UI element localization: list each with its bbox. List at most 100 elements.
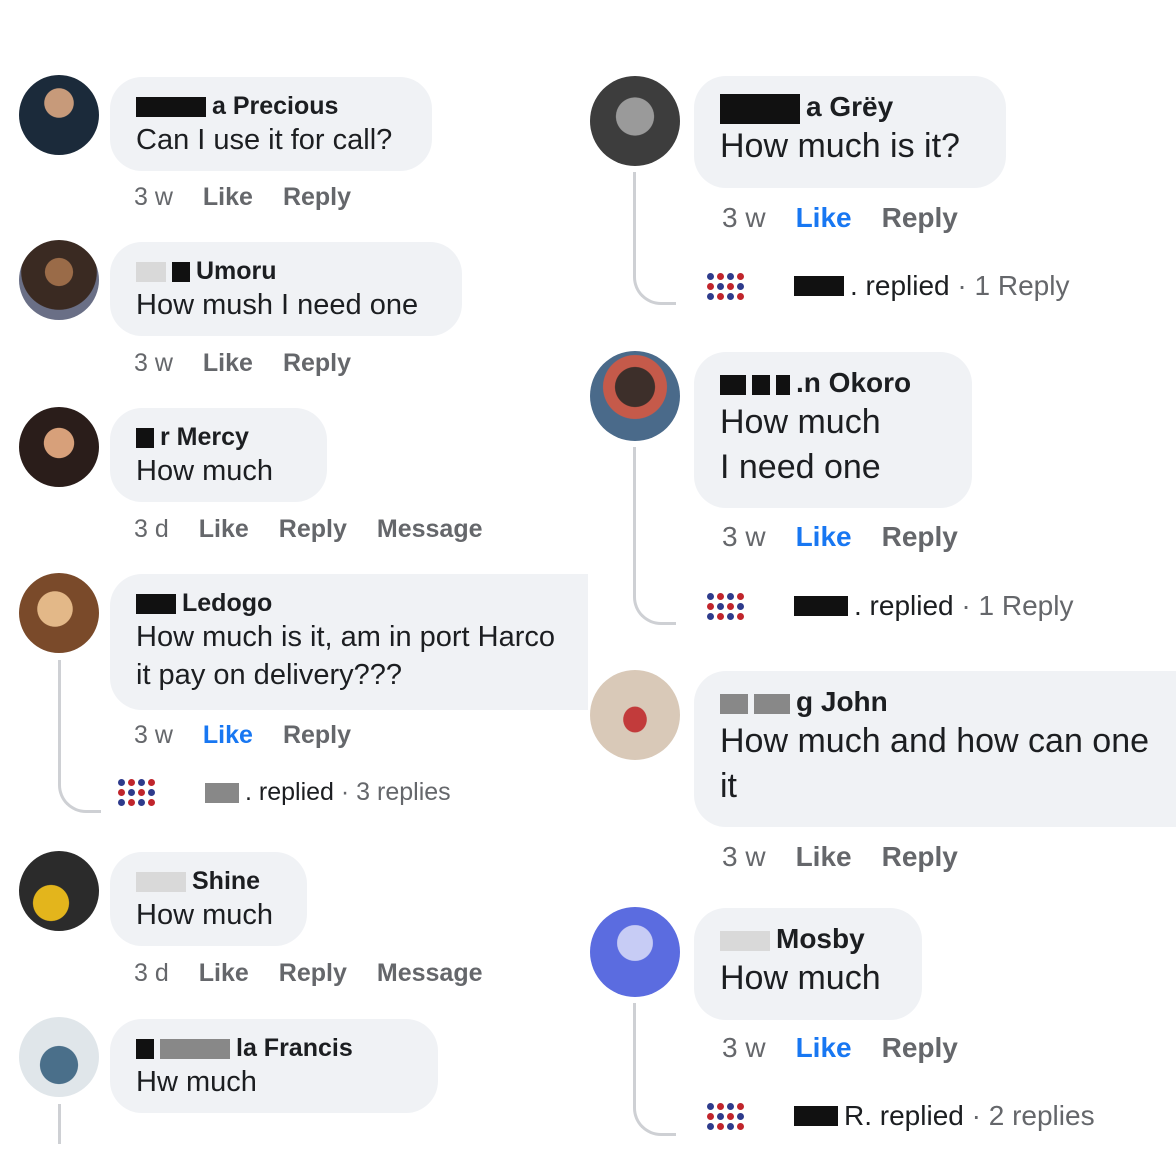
redaction: [136, 1039, 154, 1060]
replies-summary[interactable]: . replied · 1 Reply: [707, 270, 1069, 302]
comment-author[interactable]: Mosby: [720, 922, 896, 956]
redaction: [136, 97, 206, 118]
redaction: [172, 262, 190, 283]
avatar[interactable]: [19, 75, 99, 155]
comment-text: Can I use it for call?: [136, 124, 393, 156]
reply-button[interactable]: Reply: [283, 349, 351, 377]
redaction: [776, 374, 790, 395]
comment-actions: 3 w Like Reply: [134, 183, 381, 212]
comment-author[interactable]: g John: [720, 685, 1168, 719]
like-button[interactable]: Like: [203, 721, 253, 749]
comment-bubble: Mosby How much: [694, 908, 922, 1020]
replies-count[interactable]: 2 replies: [989, 1100, 1095, 1132]
avatar[interactable]: [19, 407, 99, 487]
redaction: [794, 276, 844, 296]
timestamp: 3 w: [722, 1032, 766, 1063]
comment-bubble: .n Okoro How much I need one: [694, 352, 972, 508]
reply-button[interactable]: Reply: [279, 959, 347, 987]
comment-author[interactable]: .n Okoro: [720, 366, 946, 400]
reply-button[interactable]: Reply: [279, 515, 347, 543]
reply-button[interactable]: Reply: [882, 202, 958, 233]
comment-bubble: Umoru How mush I need one: [110, 242, 462, 336]
avatar[interactable]: [590, 351, 680, 441]
reply-button[interactable]: Reply: [882, 841, 958, 872]
thread-line: [633, 172, 676, 305]
timestamp: 3 w: [134, 721, 173, 749]
reply-button[interactable]: Reply: [283, 183, 351, 211]
comment-author[interactable]: Shine: [136, 866, 281, 896]
redaction: [720, 693, 748, 714]
reply-button[interactable]: Reply: [283, 721, 351, 749]
avatar[interactable]: [19, 240, 99, 320]
like-button[interactable]: Like: [796, 521, 852, 552]
avatar[interactable]: [19, 851, 99, 931]
comment-text: How much: [136, 899, 273, 931]
comment-bubble: a Grëy How much is it?: [694, 76, 1006, 188]
reply-button[interactable]: Reply: [882, 1032, 958, 1063]
comment-author[interactable]: la Francis: [136, 1033, 412, 1063]
avatar[interactable]: [19, 573, 99, 653]
like-button[interactable]: Like: [199, 515, 249, 543]
comment-actions: 3 d Like Reply Message: [134, 515, 513, 544]
redaction: [136, 872, 186, 893]
replied-label: . replied: [850, 270, 950, 301]
replies-summary[interactable]: . replied · 3 replies: [118, 778, 451, 807]
redaction: [136, 428, 154, 449]
comment-text: Hw much: [136, 1066, 257, 1098]
like-button[interactable]: Like: [796, 1032, 852, 1063]
redaction: [720, 930, 770, 951]
comment-actions: 3 w Like Reply: [134, 721, 381, 750]
like-button[interactable]: Like: [199, 959, 249, 987]
redaction: [720, 93, 800, 124]
replier-avatar-icon: [707, 272, 744, 300]
redaction: [752, 374, 770, 395]
like-button[interactable]: Like: [796, 841, 852, 872]
avatar[interactable]: [590, 670, 680, 760]
comment-text: How much: [720, 959, 881, 997]
comment-actions: 3 w Like Reply: [722, 1032, 988, 1064]
thread-line: [58, 1104, 101, 1144]
comment-text: How much is it, am in port Harco it pay …: [136, 621, 556, 691]
replies-summary[interactable]: . replied · 1 Reply: [707, 590, 1073, 622]
comment-bubble: g John How much and how can one it: [694, 671, 1176, 827]
avatar[interactable]: [590, 907, 680, 997]
replied-label: . replied: [854, 590, 954, 621]
avatar[interactable]: [19, 1017, 99, 1097]
timestamp: 3 d: [134, 959, 169, 987]
comment-actions: 3 w Like Reply: [722, 202, 988, 234]
thread-line: [58, 660, 101, 813]
replies-count[interactable]: 1 Reply: [979, 590, 1074, 622]
like-button[interactable]: Like: [796, 202, 852, 233]
comment-actions: 3 w Like Reply: [134, 349, 381, 378]
message-button[interactable]: Message: [377, 959, 483, 987]
reply-button[interactable]: Reply: [882, 521, 958, 552]
timestamp: 3 w: [722, 202, 766, 233]
like-button[interactable]: Like: [203, 183, 253, 211]
replier-avatar-icon: [118, 779, 155, 806]
thread-line: [633, 447, 676, 625]
comment-author[interactable]: a Grëy: [720, 90, 980, 124]
right-column: a Grëy How much is it? 3 w Like Reply . re…: [588, 0, 1176, 1176]
comment-text: How mush I need one: [136, 289, 419, 321]
message-button[interactable]: Message: [377, 515, 483, 543]
comment-author[interactable]: Umoru: [136, 256, 436, 286]
timestamp: 3 w: [134, 349, 173, 377]
comment-bubble: a Precious Can I use it for call?: [110, 77, 432, 171]
comment-text: How much is it?: [720, 127, 960, 165]
replies-count[interactable]: 3 replies: [356, 778, 451, 807]
replies-summary[interactable]: R. replied · 2 replies: [707, 1100, 1095, 1132]
redaction: [160, 1039, 230, 1060]
comment-actions: 3 w Like Reply: [722, 841, 988, 873]
timestamp: 3 d: [134, 515, 169, 543]
comment-bubble: Ledogo How much is it, am in port Harco …: [110, 574, 588, 710]
comment-author[interactable]: a Precious: [136, 91, 406, 121]
like-button[interactable]: Like: [203, 349, 253, 377]
replies-count[interactable]: 1 Reply: [975, 270, 1070, 302]
avatar[interactable]: [590, 76, 680, 166]
redaction: [794, 596, 848, 616]
comment-author[interactable]: Ledogo: [136, 588, 588, 618]
comment-actions: 3 d Like Reply Message: [134, 959, 513, 988]
thread-line: [633, 1003, 676, 1136]
redaction: [205, 782, 239, 803]
comment-author[interactable]: r Mercy: [136, 422, 301, 452]
